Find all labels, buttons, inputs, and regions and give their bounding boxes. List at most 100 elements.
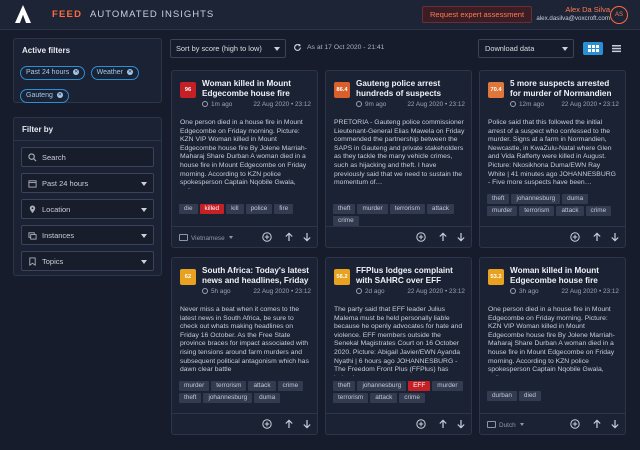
tag[interactable]: murder xyxy=(179,381,210,391)
feed-card[interactable]: 62 South Africa: Today's latest news and … xyxy=(171,257,318,435)
add-circle-icon[interactable] xyxy=(262,419,272,429)
feed-card[interactable]: 56.2 FFPlus lodges complaint with SAHRC o… xyxy=(325,257,472,435)
tag[interactable]: theft xyxy=(333,381,356,391)
arrow-down-icon[interactable] xyxy=(456,232,466,242)
tag[interactable]: theft xyxy=(487,194,510,204)
tag[interactable]: crime xyxy=(399,393,425,403)
location-label: Location xyxy=(42,205,71,214)
instances-select[interactable]: Instances xyxy=(21,225,154,245)
arrow-up-icon[interactable] xyxy=(592,419,602,429)
add-circle-icon[interactable] xyxy=(416,419,426,429)
card-title[interactable]: Gauteng police arrest hundreds of suspec… xyxy=(356,79,465,99)
refresh-icon[interactable] xyxy=(293,43,302,52)
time-ago-label: 9m ago xyxy=(365,101,387,108)
tag[interactable]: theft xyxy=(333,204,356,214)
arrow-down-icon[interactable] xyxy=(610,419,620,429)
arrow-up-icon[interactable] xyxy=(284,232,294,242)
tag[interactable]: duma xyxy=(562,194,589,204)
filter-chip[interactable]: Weather ✕ xyxy=(90,66,139,80)
tag[interactable]: terrorism xyxy=(519,206,555,216)
list-view-icon[interactable] xyxy=(606,42,626,55)
tag[interactable]: durban xyxy=(487,391,517,401)
card-title[interactable]: FFPlus lodges complaint with SAHRC over … xyxy=(356,266,465,286)
tag[interactable]: crime xyxy=(333,216,359,226)
tag[interactable]: police xyxy=(245,204,273,214)
topics-select[interactable]: Topics xyxy=(21,251,154,271)
add-circle-icon[interactable] xyxy=(570,419,580,429)
tag[interactable]: crime xyxy=(585,206,612,216)
arrow-down-icon[interactable] xyxy=(302,232,312,242)
request-expert-assessment-button[interactable]: Request expert assessment xyxy=(422,6,532,23)
app-logo-icon[interactable] xyxy=(12,3,34,25)
feed-card[interactable]: 86.4 Gauteng police arrest hundreds of su… xyxy=(325,70,472,248)
top-bar: FEED AUTOMATED INSIGHTS Request expert a… xyxy=(0,0,640,30)
nav-feed-tab[interactable]: FEED xyxy=(52,9,82,20)
tag[interactable]: terrorism xyxy=(389,204,425,214)
avatar[interactable]: AS xyxy=(610,6,628,24)
search-input[interactable]: Search xyxy=(21,147,154,167)
remove-filter-icon[interactable]: ✕ xyxy=(73,69,80,75)
remove-filter-icon[interactable]: ✕ xyxy=(127,69,133,75)
arrow-up-icon[interactable] xyxy=(284,419,294,429)
tag[interactable]: johannesburg xyxy=(203,393,253,403)
card-title[interactable]: Woman killed in Mount Edgecombe house fi… xyxy=(202,79,311,99)
tag[interactable]: johannesburg xyxy=(357,381,407,391)
tag[interactable]: kill xyxy=(226,204,244,214)
time-range-select[interactable]: Past 24 hours xyxy=(21,173,154,193)
filter-by-title: Filter by xyxy=(22,125,54,134)
tag[interactable]: theft xyxy=(179,393,202,403)
published-date: 22 Aug 2020 • 23:12 xyxy=(561,101,619,108)
feed-card[interactable]: 53.2 Woman killed in Mount Edgecombe hous… xyxy=(479,257,626,435)
tag[interactable]: murder xyxy=(357,204,388,214)
card-title[interactable]: South Africa: Today's latest news and he… xyxy=(202,266,311,286)
clock-icon xyxy=(356,101,362,107)
card-title[interactable]: Woman killed in Mount Edgecombe house fi… xyxy=(510,266,619,286)
arrow-up-icon[interactable] xyxy=(438,232,448,242)
filter-by-panel: Filter by Search Past 24 hours Location … xyxy=(13,117,162,276)
score-badge: 53.2 xyxy=(488,269,504,285)
filter-chip[interactable]: Gauteng ✕ xyxy=(20,89,69,103)
tag[interactable]: murder xyxy=(432,381,463,391)
filter-chip[interactable]: Past 24 hours ✕ xyxy=(20,66,86,80)
tag[interactable]: johannesburg xyxy=(511,194,561,204)
tag[interactable]: attack xyxy=(426,204,454,214)
tag[interactable]: terrorism xyxy=(211,381,247,391)
arrow-down-icon[interactable] xyxy=(302,419,312,429)
tag[interactable]: killed xyxy=(199,204,225,214)
remove-filter-icon[interactable]: ✕ xyxy=(56,92,63,98)
tag[interactable]: duma xyxy=(254,393,281,403)
feed-card[interactable]: 96 Woman killed in Mount Edgecombe house … xyxy=(171,70,318,248)
add-circle-icon[interactable] xyxy=(262,232,272,242)
card-meta: 3h ago 22 Aug 2020 • 23:12 xyxy=(510,288,619,297)
tag[interactable]: crime xyxy=(277,381,304,391)
location-select[interactable]: Location xyxy=(21,199,154,219)
tag[interactable]: fire xyxy=(274,204,294,214)
tag[interactable]: murder xyxy=(487,206,518,216)
nav-automated-insights-tab[interactable]: AUTOMATED INSIGHTS xyxy=(90,9,214,20)
tag[interactable]: EFF xyxy=(408,381,431,391)
tag[interactable]: attack xyxy=(248,381,276,391)
tag[interactable]: attack xyxy=(370,393,398,403)
clock-icon xyxy=(202,101,208,107)
feed-card[interactable]: 70.4 5 more suspects arrested for murder … xyxy=(479,70,626,248)
chevron-down-icon xyxy=(141,208,147,212)
language-select[interactable]: Dutch xyxy=(487,421,524,429)
arrow-up-icon[interactable] xyxy=(438,419,448,429)
add-circle-icon[interactable] xyxy=(416,232,426,242)
card-body: Police said that this followed the initi… xyxy=(488,119,616,187)
card-title[interactable]: 5 more suspects arrested for murder of N… xyxy=(510,79,619,99)
arrow-up-icon[interactable] xyxy=(592,232,602,242)
tag[interactable]: died xyxy=(518,391,541,401)
clock-icon xyxy=(510,101,516,107)
tag[interactable]: terrorism xyxy=(333,393,369,403)
arrow-down-icon[interactable] xyxy=(610,232,620,242)
arrow-down-icon[interactable] xyxy=(456,419,466,429)
tag[interactable]: attack xyxy=(556,206,584,216)
add-circle-icon[interactable] xyxy=(570,232,580,242)
card-body: PRETORIA - Gauteng police commissioner L… xyxy=(334,119,465,187)
grid-view-icon[interactable] xyxy=(583,42,603,55)
language-select[interactable]: Vietnamese xyxy=(179,234,233,242)
tag[interactable]: die xyxy=(179,204,198,214)
sort-select[interactable]: Sort by score (high to low) xyxy=(170,39,286,58)
download-data-select[interactable]: Download data xyxy=(478,39,574,58)
